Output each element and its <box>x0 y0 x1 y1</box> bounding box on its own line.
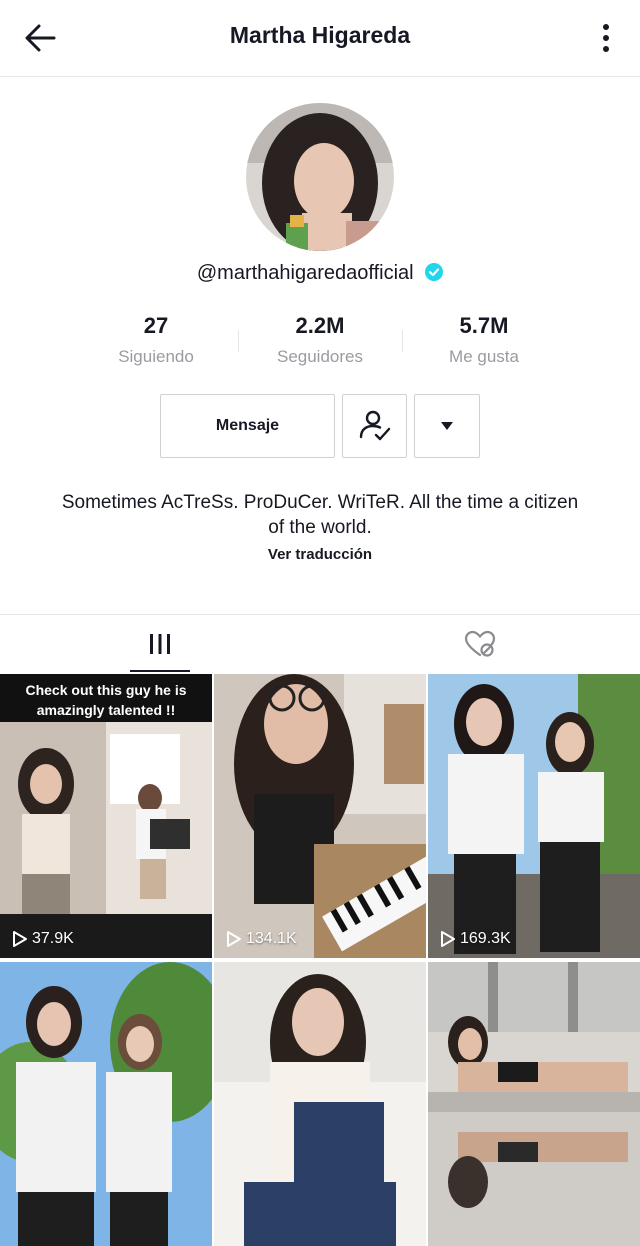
view-count-value: 134.1K <box>246 930 297 947</box>
video-tile[interactable]: 169.3K <box>428 674 640 958</box>
stat-label: Me gusta <box>449 347 519 366</box>
stat-value: 2.2M <box>295 313 345 338</box>
stat-value: 5.7M <box>459 313 509 338</box>
following-button[interactable] <box>342 394 407 458</box>
video-tile[interactable]: Check out this guy he is amazingly talen… <box>0 674 212 958</box>
video-tile[interactable] <box>214 962 426 1246</box>
view-count: 37.9K <box>12 930 74 948</box>
translate-link[interactable]: Ver traducción <box>0 546 640 563</box>
stat-likes: 5.7M Me gusta <box>402 310 566 374</box>
play-icon <box>227 931 241 947</box>
view-count-value: 37.9K <box>32 930 74 947</box>
video-tile[interactable] <box>0 962 212 1246</box>
profile-stats: 27 Siguiendo 2.2M Seguidores 5.7M Me gus… <box>74 310 566 374</box>
video-grid: Check out this guy he is amazingly talen… <box>0 674 640 1246</box>
view-count-value: 169.3K <box>460 930 511 947</box>
more-options-button[interactable] <box>594 20 618 56</box>
stat-followers[interactable]: 2.2M Seguidores <box>238 310 402 374</box>
top-bar: Martha Higareda <box>0 0 640 77</box>
tab-liked[interactable] <box>320 615 640 673</box>
play-icon <box>441 931 455 947</box>
stat-value: 27 <box>143 313 169 338</box>
stat-label: Seguidores <box>276 347 363 366</box>
user-check-icon <box>359 410 390 441</box>
heart-hidden-icon <box>464 630 496 657</box>
stat-label: Siguiendo <box>118 347 194 366</box>
play-icon <box>13 931 27 947</box>
video-caption: Check out this guy he is amazingly talen… <box>0 674 212 722</box>
view-count: 134.1K <box>226 930 297 948</box>
active-tab-indicator <box>130 670 190 672</box>
stat-following[interactable]: 27 Siguiendo <box>74 310 238 374</box>
caret-down-icon <box>441 422 453 430</box>
page-title: Martha Higareda <box>229 22 411 48</box>
content-tabs <box>0 614 640 673</box>
tab-videos[interactable] <box>0 615 320 673</box>
video-tile[interactable] <box>428 962 640 1246</box>
verified-badge-icon <box>425 263 444 287</box>
message-button[interactable]: Mensaje <box>160 394 335 458</box>
username-row: @marthahigaredaofficial <box>0 262 640 287</box>
avatar[interactable] <box>246 103 394 251</box>
username: @marthahigaredaofficial <box>196 262 414 284</box>
vertical-dots-icon <box>603 24 609 52</box>
grid-icon <box>150 634 170 654</box>
profile-bio: Sometimes AcTreSs. ProDuCer. WriTeR. All… <box>61 492 579 538</box>
suggested-accounts-button[interactable] <box>414 394 480 458</box>
video-tile[interactable]: 134.1K <box>214 674 426 958</box>
view-count: 169.3K <box>440 930 511 948</box>
